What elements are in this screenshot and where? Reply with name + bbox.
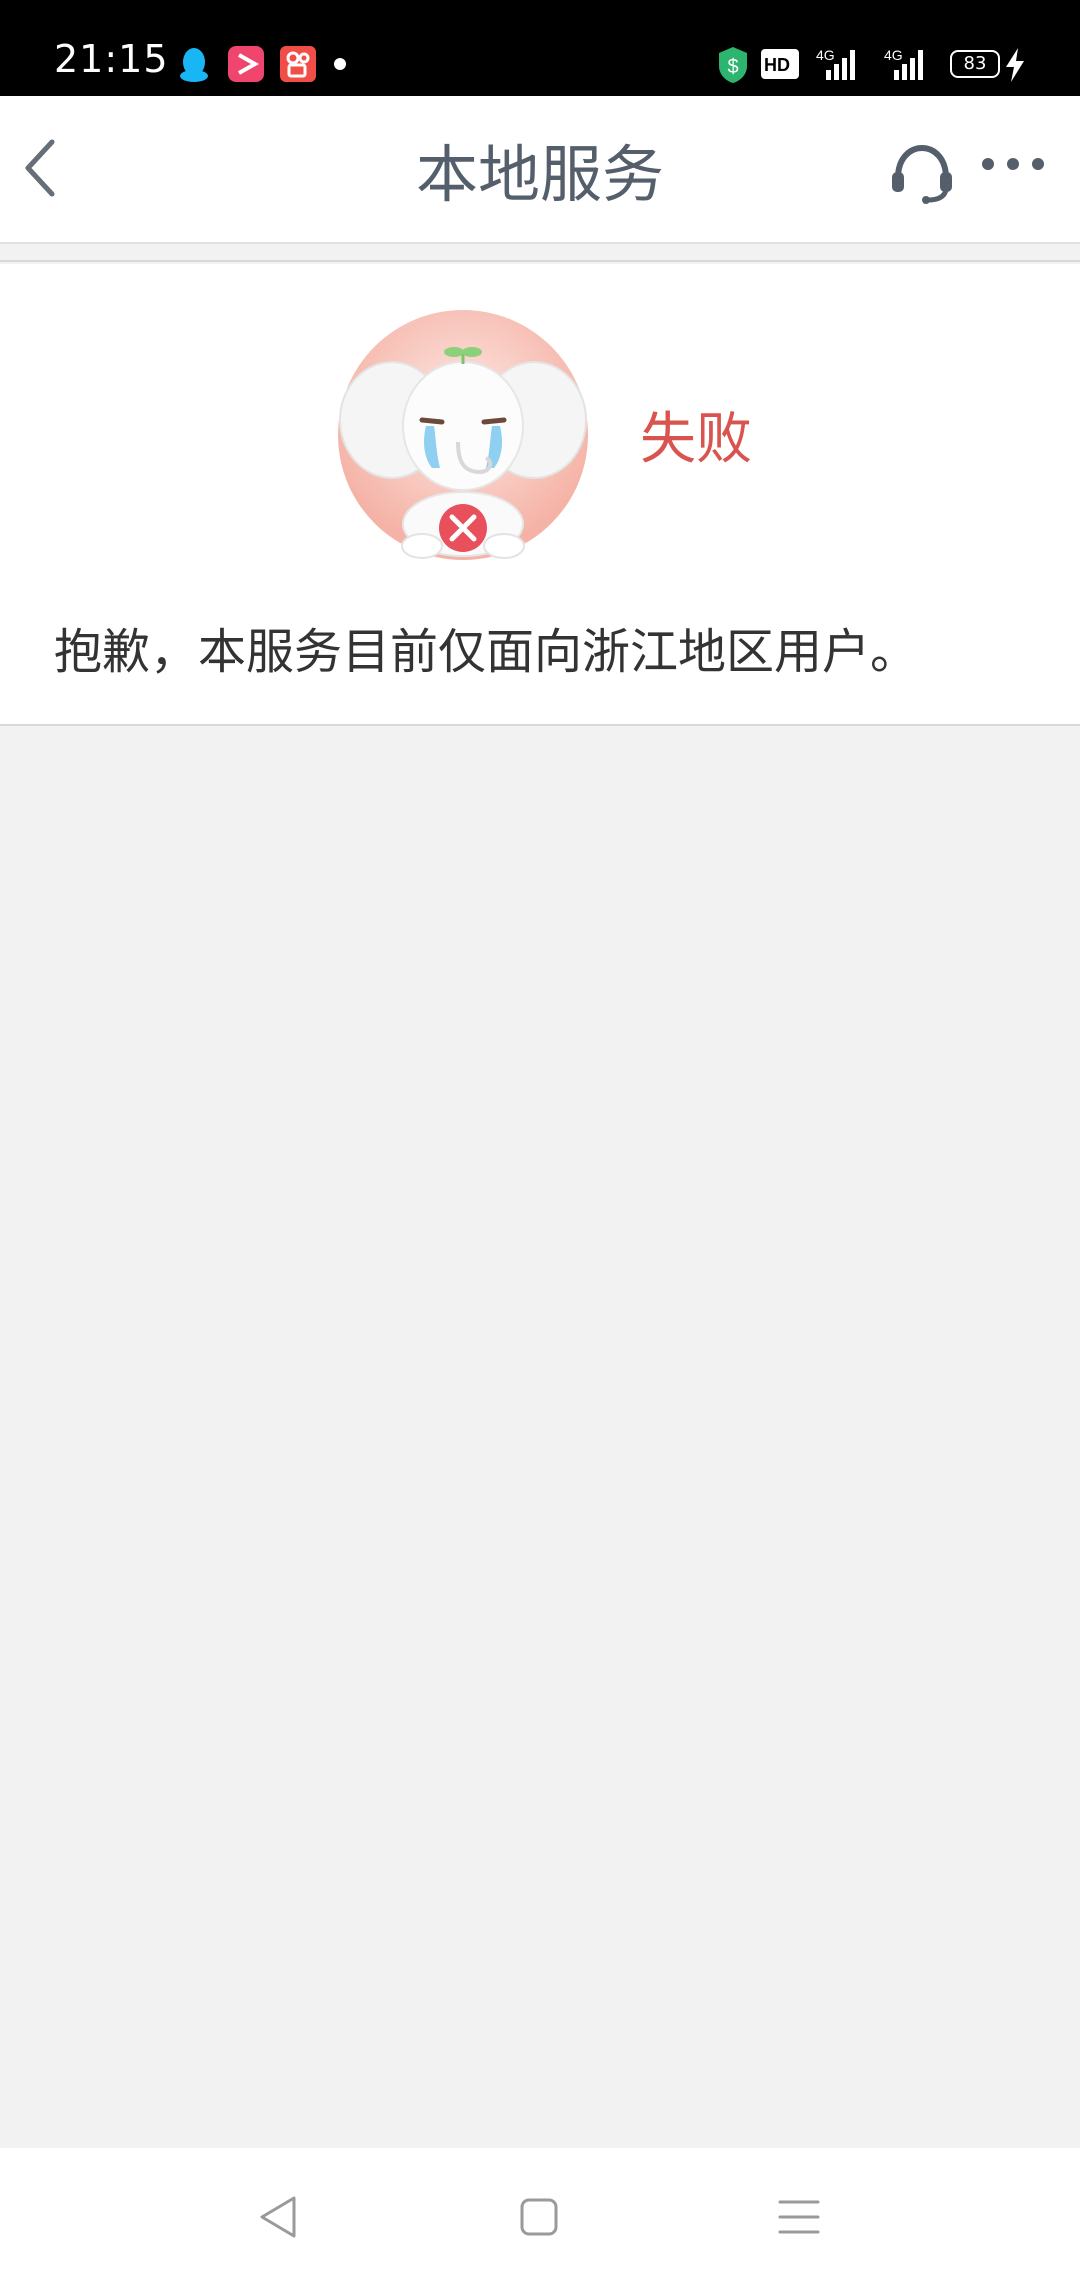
charging-bolt-icon [1006,48,1024,82]
error-message: 抱歉，本服务目前仅面向浙江地区用户。 [54,624,919,680]
svg-text:HD: HD [764,55,790,75]
security-shield-icon: $ [719,47,747,83]
svg-text:4G: 4G [884,47,903,63]
svg-text:4G: 4G [816,47,835,63]
signal-4g-icon: 4G [816,47,855,80]
home-square-icon[interactable] [514,2192,564,2242]
hd-voice-icon: HD [761,49,799,79]
crying-elephant-mascot [338,310,588,560]
status-bar: 21:15 $ HD 4G 4G 83 [0,0,1080,96]
more-dot-icon [334,58,346,70]
nav-bar: 本地服务 [0,96,1080,244]
status-label: 失败 [640,407,752,472]
more-dots-icon[interactable] [980,154,1046,174]
status-time: 21:15 [54,37,169,81]
section-divider [0,244,1080,262]
result-card: 失败 抱歉，本服务目前仅面向浙江地区用户。 [0,264,1080,726]
battery-icon: 83 [950,50,1000,78]
kuaishou-app-icon [280,46,316,82]
headset-service-icon[interactable] [890,144,954,204]
qq-penguin-icon [180,48,208,82]
signal-4g-icon: 4G [884,47,923,80]
svg-text:$: $ [727,56,738,78]
back-triangle-icon[interactable] [254,2192,304,2242]
video-play-app-icon [228,46,264,82]
battery-level: 83 [963,53,987,74]
menu-lines-icon[interactable] [774,2192,824,2242]
system-nav-bar [0,2148,1080,2280]
